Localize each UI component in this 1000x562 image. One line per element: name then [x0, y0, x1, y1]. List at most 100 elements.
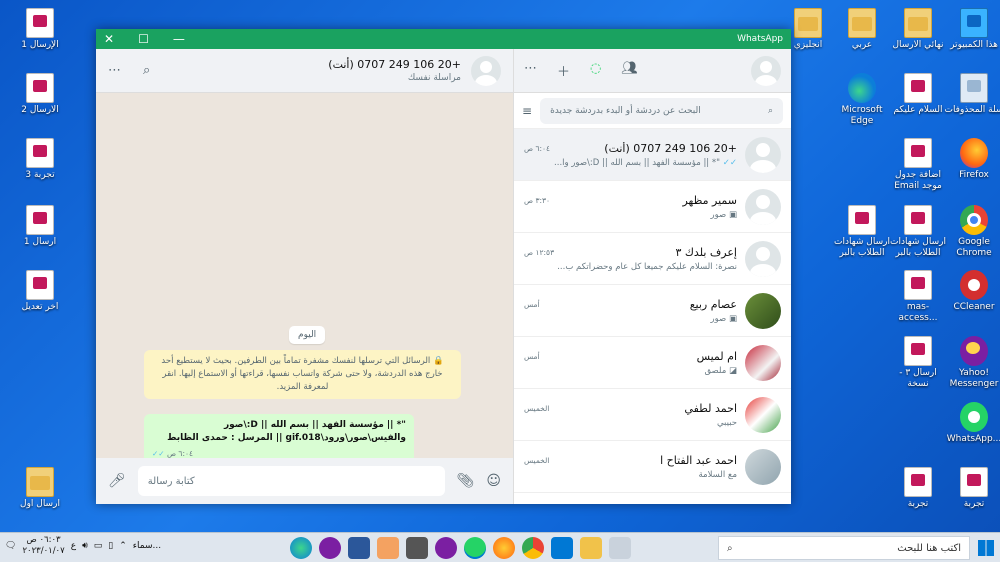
store-icon[interactable]	[551, 537, 573, 559]
chevron-up-icon[interactable]: ⌃	[119, 541, 127, 551]
desktop-icon[interactable]: نهائي الارسال	[888, 8, 948, 51]
word-icon[interactable]	[348, 537, 370, 559]
desktop-icon[interactable]: mas-access...	[888, 270, 948, 324]
desktop-icon-whatsapp[interactable]: WhatsApp...	[944, 402, 1000, 445]
desktop-icon[interactable]: تجربة	[944, 467, 1000, 510]
window-titlebar[interactable]: ✕ ☐ — WhatsApp	[96, 29, 791, 49]
document-icon	[26, 205, 54, 235]
avatar	[745, 292, 781, 329]
chat-list-item[interactable]: +20 106 249 0707 (أنت) ٦:٠٤ ص ✓✓ "* || مؤ…	[514, 129, 791, 181]
ccleaner-icon	[960, 270, 988, 300]
taskbar: اكتب هنا للبحث ⌕ 🗨︎ ٠٦:٠٣ ص ٢٠٢٣/٠١/٠٧ ع…	[0, 532, 1000, 562]
calculator-icon[interactable]	[406, 537, 428, 559]
document-icon	[904, 270, 932, 300]
sticker-icon: ◪	[728, 365, 737, 376]
desktop-icon-this-pc[interactable]: هذا الكمبيوتر	[944, 8, 1000, 51]
conversation-header[interactable]: ⋯ ⌕ +20 106 249 0707 (أنت) مراسلة نفسك	[96, 49, 513, 93]
chrome-icon[interactable]	[522, 537, 544, 559]
message-bubble[interactable]: "* || مؤسسة الفهد || بسم الله || D:\صور …	[144, 414, 414, 464]
desktop-icon[interactable]: تجربة	[888, 467, 948, 510]
attach-icon[interactable]: 📎︎	[457, 473, 475, 489]
message-input[interactable]: كتابة رسالة	[137, 466, 445, 496]
desktop-icon[interactable]: الإرسال 1	[10, 8, 70, 51]
running-app[interactable]: سماء...	[133, 541, 161, 551]
encryption-notice[interactable]: 🔒 الرسائل التي ترسلها لنفسك مشفرة تماماً…	[144, 350, 461, 399]
clock[interactable]: ٠٦:٠٣ ص ٢٠٢٣/٠١/٠٧	[22, 535, 64, 557]
document-icon	[904, 138, 932, 168]
yahoo-icon[interactable]	[435, 537, 457, 559]
folder-icon	[848, 8, 876, 38]
desktop-icon[interactable]: تجربة 3	[10, 138, 70, 181]
desktop-icon[interactable]: اضافة جدول Email موجد	[888, 138, 948, 192]
desktop-icon[interactable]: اخر تعديل	[10, 270, 70, 313]
desktop-icon-ccleaner[interactable]: CCleaner	[944, 270, 1000, 313]
maximize-icon[interactable]: ☐	[138, 32, 149, 46]
desktop-icon-recycle-bin[interactable]: سلة المحذوفات	[944, 73, 1000, 116]
document-icon	[904, 467, 932, 497]
document-icon	[904, 336, 932, 366]
chat-search-input[interactable]: ⌕ البحث عن دردشة أو البدء بدردشة جديدة	[540, 97, 783, 124]
contact-name: +20 106 249 0707 (أنت)	[328, 58, 461, 71]
status-icon[interactable]: ◌	[590, 61, 601, 80]
chat-list-item[interactable]: إعرف بلدك ٣ ١٢:٥٣ ص نصرة: السلام عليكم جم…	[514, 233, 791, 285]
desktop-icon-edge[interactable]: Microsoft Edge	[832, 73, 892, 127]
network-icon[interactable]: ▭	[94, 541, 103, 551]
app-icon[interactable]	[319, 537, 341, 559]
chat-list-item[interactable]: احمد عبد الفتاح ا الخميس مع السلامة	[514, 441, 791, 493]
desktop-icon[interactable]: ارسال شهادات الطلاب بالبر	[888, 205, 948, 259]
paint-icon[interactable]	[377, 537, 399, 559]
whatsapp-icon	[960, 402, 988, 432]
filter-icon[interactable]: ≡	[522, 104, 532, 118]
edge-icon	[848, 73, 876, 103]
desktop-icon[interactable]: ارسال اول	[10, 467, 70, 510]
desktop-icon-chrome[interactable]: Google Chrome	[944, 205, 1000, 259]
chat-list-item[interactable]: احمد لطفي الخميس حبيبي	[514, 389, 791, 441]
desktop-icon[interactable]: عربي	[832, 8, 892, 51]
search-icon[interactable]: ⌕	[143, 63, 150, 78]
new-chat-icon[interactable]: ＋	[557, 61, 570, 80]
desktop-icon[interactable]: ارسال 1	[10, 205, 70, 248]
profile-avatar[interactable]	[751, 55, 781, 86]
close-icon[interactable]: ✕	[104, 32, 114, 46]
more-options-icon[interactable]: ⋯	[108, 63, 121, 78]
edge-icon[interactable]	[290, 537, 312, 559]
file-explorer-icon[interactable]	[580, 537, 602, 559]
chat-list-item[interactable]: سمير مظهر ٣:٣٠ ص ▣ صور	[514, 181, 791, 233]
compose-bar: 🎤︎ كتابة رسالة 📎︎ ☺	[96, 458, 513, 504]
search-bar: ≡ ⌕ البحث عن دردشة أو البدء بدردشة جديدة	[514, 93, 791, 129]
chrome-icon	[960, 205, 988, 235]
minimize-icon[interactable]: —	[173, 32, 185, 46]
language-indicator[interactable]: ع	[71, 541, 76, 551]
message-text: "* || مؤسسة الفهد || بسم الله || D:\صور …	[167, 420, 406, 443]
windows-start-icon[interactable]	[978, 540, 994, 556]
battery-icon[interactable]: ▯	[108, 541, 113, 551]
desktop-icon[interactable]: ارسال شهادات الطلاب بالبر	[832, 205, 892, 259]
document-icon	[26, 8, 54, 38]
menu-icon[interactable]: ⋯	[524, 61, 537, 80]
taskbar-search[interactable]: اكتب هنا للبحث ⌕	[718, 536, 970, 560]
microphone-icon[interactable]: 🎤︎	[108, 473, 126, 489]
desktop-icon[interactable]: الارسال 2	[10, 73, 70, 116]
document-icon	[26, 270, 54, 300]
emoji-icon[interactable]: ☺	[486, 473, 501, 489]
chat-list-pane: ⋯ ＋ ◌ 👥︎ ≡ ⌕ البحث عن دردشة أو البدء بدر…	[513, 49, 791, 504]
desktop-icon[interactable]: السلام عليكم	[888, 73, 948, 116]
yahoo-messenger-icon	[960, 336, 988, 366]
volume-icon[interactable]: 🔊︎	[82, 541, 88, 551]
avatar	[745, 136, 781, 173]
message-time: ٦:٠٤ ص	[166, 449, 194, 458]
desktop-icon-yahoo[interactable]: Yahoo! Messenger	[944, 336, 1000, 390]
desktop-icon[interactable]: - ارسال ٣ نسخة	[888, 336, 948, 390]
whatsapp-icon[interactable]	[464, 537, 486, 559]
avatar[interactable]	[471, 55, 501, 86]
search-icon: ⌕	[727, 542, 733, 554]
firefox-icon[interactable]	[493, 537, 515, 559]
document-icon	[26, 138, 54, 168]
chat-list-item[interactable]: ام لميس أمس ◪ ملصق	[514, 337, 791, 389]
communities-icon[interactable]: 👥︎	[621, 61, 638, 80]
notifications-icon[interactable]: 🗨︎	[5, 541, 16, 551]
desktop-icon-firefox[interactable]: Firefox	[944, 138, 1000, 181]
chat-list-item[interactable]: عصام ربيع أمس ▣ صور	[514, 285, 791, 337]
task-view-icon[interactable]	[609, 537, 631, 559]
double-check-icon: ✓✓	[722, 157, 737, 168]
